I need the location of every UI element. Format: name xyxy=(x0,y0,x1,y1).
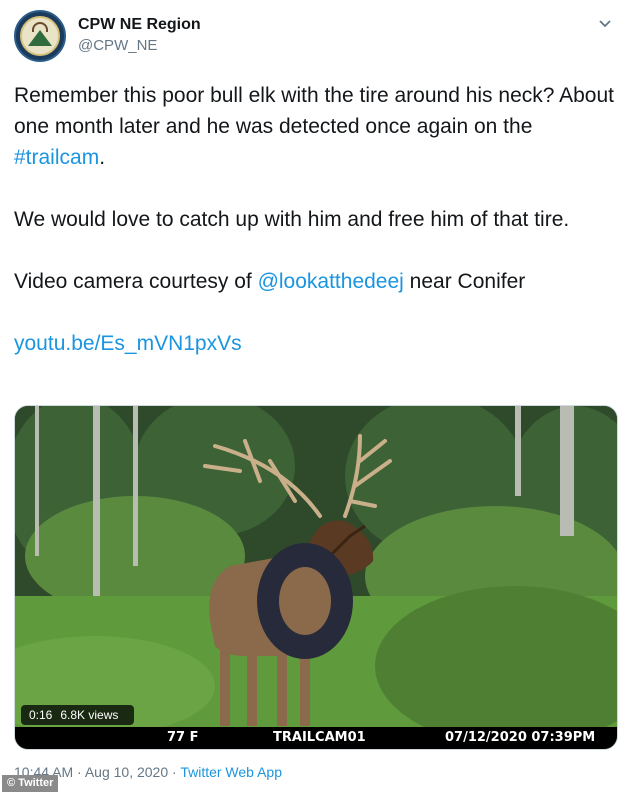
tweet-header: CPW NE Region @CPW_NE xyxy=(14,10,620,62)
tweet-paragraph-3: Video camera courtesy of @lookatthedeej … xyxy=(14,266,626,297)
author-name[interactable]: CPW NE Region xyxy=(78,16,201,34)
hashtag-link[interactable]: #trailcam xyxy=(14,146,99,169)
avatar[interactable] xyxy=(14,10,66,62)
date-time-readout: 07/12/2020 07:39PM xyxy=(445,730,596,745)
avatar-antler xyxy=(32,22,48,32)
temperature-readout: 77 F xyxy=(167,730,199,745)
avatar-mountain xyxy=(28,30,52,46)
tweet-text-segment: Video camera courtesy of xyxy=(14,270,258,293)
chevron-down-icon[interactable] xyxy=(596,14,614,32)
tweet-text-segment: . xyxy=(99,146,106,169)
video-views: 6.8K views xyxy=(60,708,119,722)
image-credit: © Twitter xyxy=(2,775,59,792)
tweet-text: Remember this poor bull elk with the tir… xyxy=(14,80,626,359)
youtube-link[interactable]: youtu.be/Es_mVN1pxVs xyxy=(14,332,242,355)
video-play-info: 0:16 6.8K views xyxy=(21,705,135,725)
camera-name: TRAILCAM01 xyxy=(273,730,366,745)
tweet-text-segment: near Conifer xyxy=(403,270,526,293)
tweet-paragraph-1: Remember this poor bull elk with the tir… xyxy=(14,80,626,173)
trailcam-info-bar: 77 F TRAILCAM01 07/12/2020 07:39PM xyxy=(15,727,617,749)
tweet-text-segment: Remember this poor bull elk with the tir… xyxy=(14,84,614,138)
tweet-paragraph-2: We would love to catch up with him and f… xyxy=(14,208,570,231)
trailcam-frame xyxy=(15,406,617,749)
source-app-link[interactable]: Twitter Web App xyxy=(180,764,282,780)
video-player[interactable]: 0:16 6.8K views 77 F TRAILCAM01 07/12/202… xyxy=(14,405,618,750)
author-handle[interactable]: @CPW_NE xyxy=(78,37,157,54)
mention-link[interactable]: @lookatthedeej xyxy=(258,270,404,293)
video-duration: 0:16 xyxy=(29,708,53,722)
